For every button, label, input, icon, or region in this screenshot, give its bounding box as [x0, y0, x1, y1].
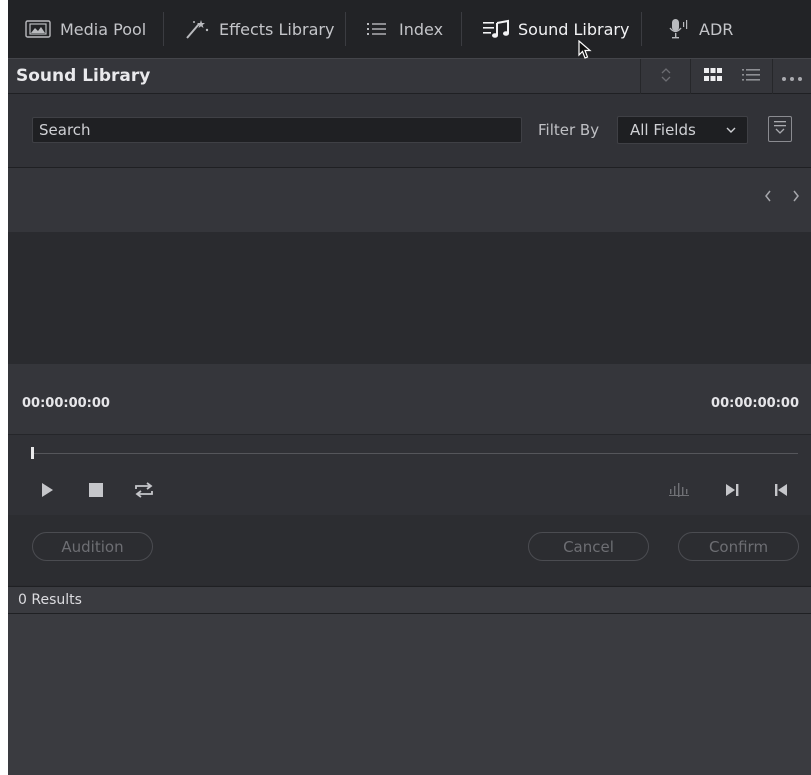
confirm-button[interactable]: Confirm: [678, 532, 799, 561]
skip-forward-icon: [724, 482, 740, 502]
filter-by-label: Filter By: [538, 121, 600, 139]
more-dots-icon: [781, 67, 803, 86]
filter-options-button[interactable]: [768, 116, 792, 142]
list-view-icon[interactable]: [741, 67, 760, 86]
sort-order-button[interactable]: [640, 59, 690, 94]
sound-library-icon: [482, 18, 510, 40]
tab-media-pool[interactable]: Media Pool: [24, 10, 146, 48]
loop-button[interactable]: [133, 481, 155, 503]
more-options-button[interactable]: [772, 59, 811, 94]
scrub-bar[interactable]: [32, 453, 798, 454]
results-list[interactable]: [8, 614, 811, 775]
filter-field-dropdown[interactable]: All Fields: [617, 116, 748, 144]
tab-sound-library[interactable]: Sound Library: [482, 10, 629, 48]
stop-icon: [88, 482, 104, 502]
tab-index[interactable]: Index: [363, 10, 443, 48]
audio-waveform-button[interactable]: [668, 481, 690, 503]
play-button[interactable]: [36, 481, 58, 503]
start-timecode: 00:00:00:00: [22, 396, 110, 411]
timecode-row: 00:00:00:00 00:00:00:00: [8, 364, 811, 435]
tab-label: ADR: [699, 19, 734, 39]
sound-library-panel: Media Pool Effects Library Index Sound L…: [8, 0, 811, 775]
tab-divider: [163, 12, 164, 46]
transport-controls: [8, 435, 811, 515]
clip-browser-header: [8, 168, 811, 232]
media-pool-icon: [24, 18, 52, 40]
end-timecode: 00:00:00:00: [711, 396, 799, 411]
filter-list-icon: [773, 119, 787, 139]
stop-button[interactable]: [85, 481, 107, 503]
chevron-down-icon: [725, 121, 737, 143]
clip-navigation: [763, 188, 801, 207]
effects-wand-icon: [183, 18, 211, 40]
grid-view-icon[interactable]: [703, 67, 722, 86]
previous-arrow-icon[interactable]: [763, 188, 773, 207]
mouse-cursor-icon: [578, 39, 594, 64]
audition-button[interactable]: Audition: [32, 532, 153, 561]
index-list-icon: [363, 18, 391, 40]
view-mode-toggle[interactable]: [690, 59, 772, 94]
sort-updown-icon: [660, 67, 672, 87]
tab-divider: [461, 12, 462, 46]
skip-back-icon: [773, 482, 789, 502]
waveform-icon: [668, 481, 690, 503]
panel-tab-bar: Media Pool Effects Library Index Sound L…: [8, 0, 811, 58]
results-count: 0 Results: [8, 586, 811, 614]
cancel-button[interactable]: Cancel: [528, 532, 649, 561]
jump-to-start-button[interactable]: [770, 481, 792, 503]
tab-divider: [345, 12, 346, 46]
loop-icon: [133, 481, 155, 503]
tab-adr[interactable]: ADR: [663, 10, 733, 48]
tab-divider: [641, 12, 642, 46]
audition-actions: Audition Cancel Confirm: [8, 515, 811, 585]
play-icon: [40, 482, 54, 502]
jump-to-end-button[interactable]: [721, 481, 743, 503]
tab-label: Sound Library: [518, 19, 630, 39]
panel-header: Sound Library: [8, 58, 811, 94]
tab-label: Effects Library: [219, 19, 335, 39]
playhead-handle[interactable]: [31, 447, 34, 459]
microphone-icon: [663, 18, 691, 40]
waveform-display[interactable]: [8, 232, 811, 364]
tab-effects-library[interactable]: Effects Library: [183, 10, 334, 48]
tab-label: Media Pool: [60, 19, 147, 39]
next-arrow-icon[interactable]: [791, 188, 801, 207]
search-bar-row: Search Filter By All Fields: [8, 94, 811, 168]
tab-label: Index: [399, 19, 444, 39]
filter-selected-value: All Fields: [630, 121, 696, 139]
panel-title: Sound Library: [16, 66, 151, 86]
search-input[interactable]: Search: [32, 117, 522, 143]
